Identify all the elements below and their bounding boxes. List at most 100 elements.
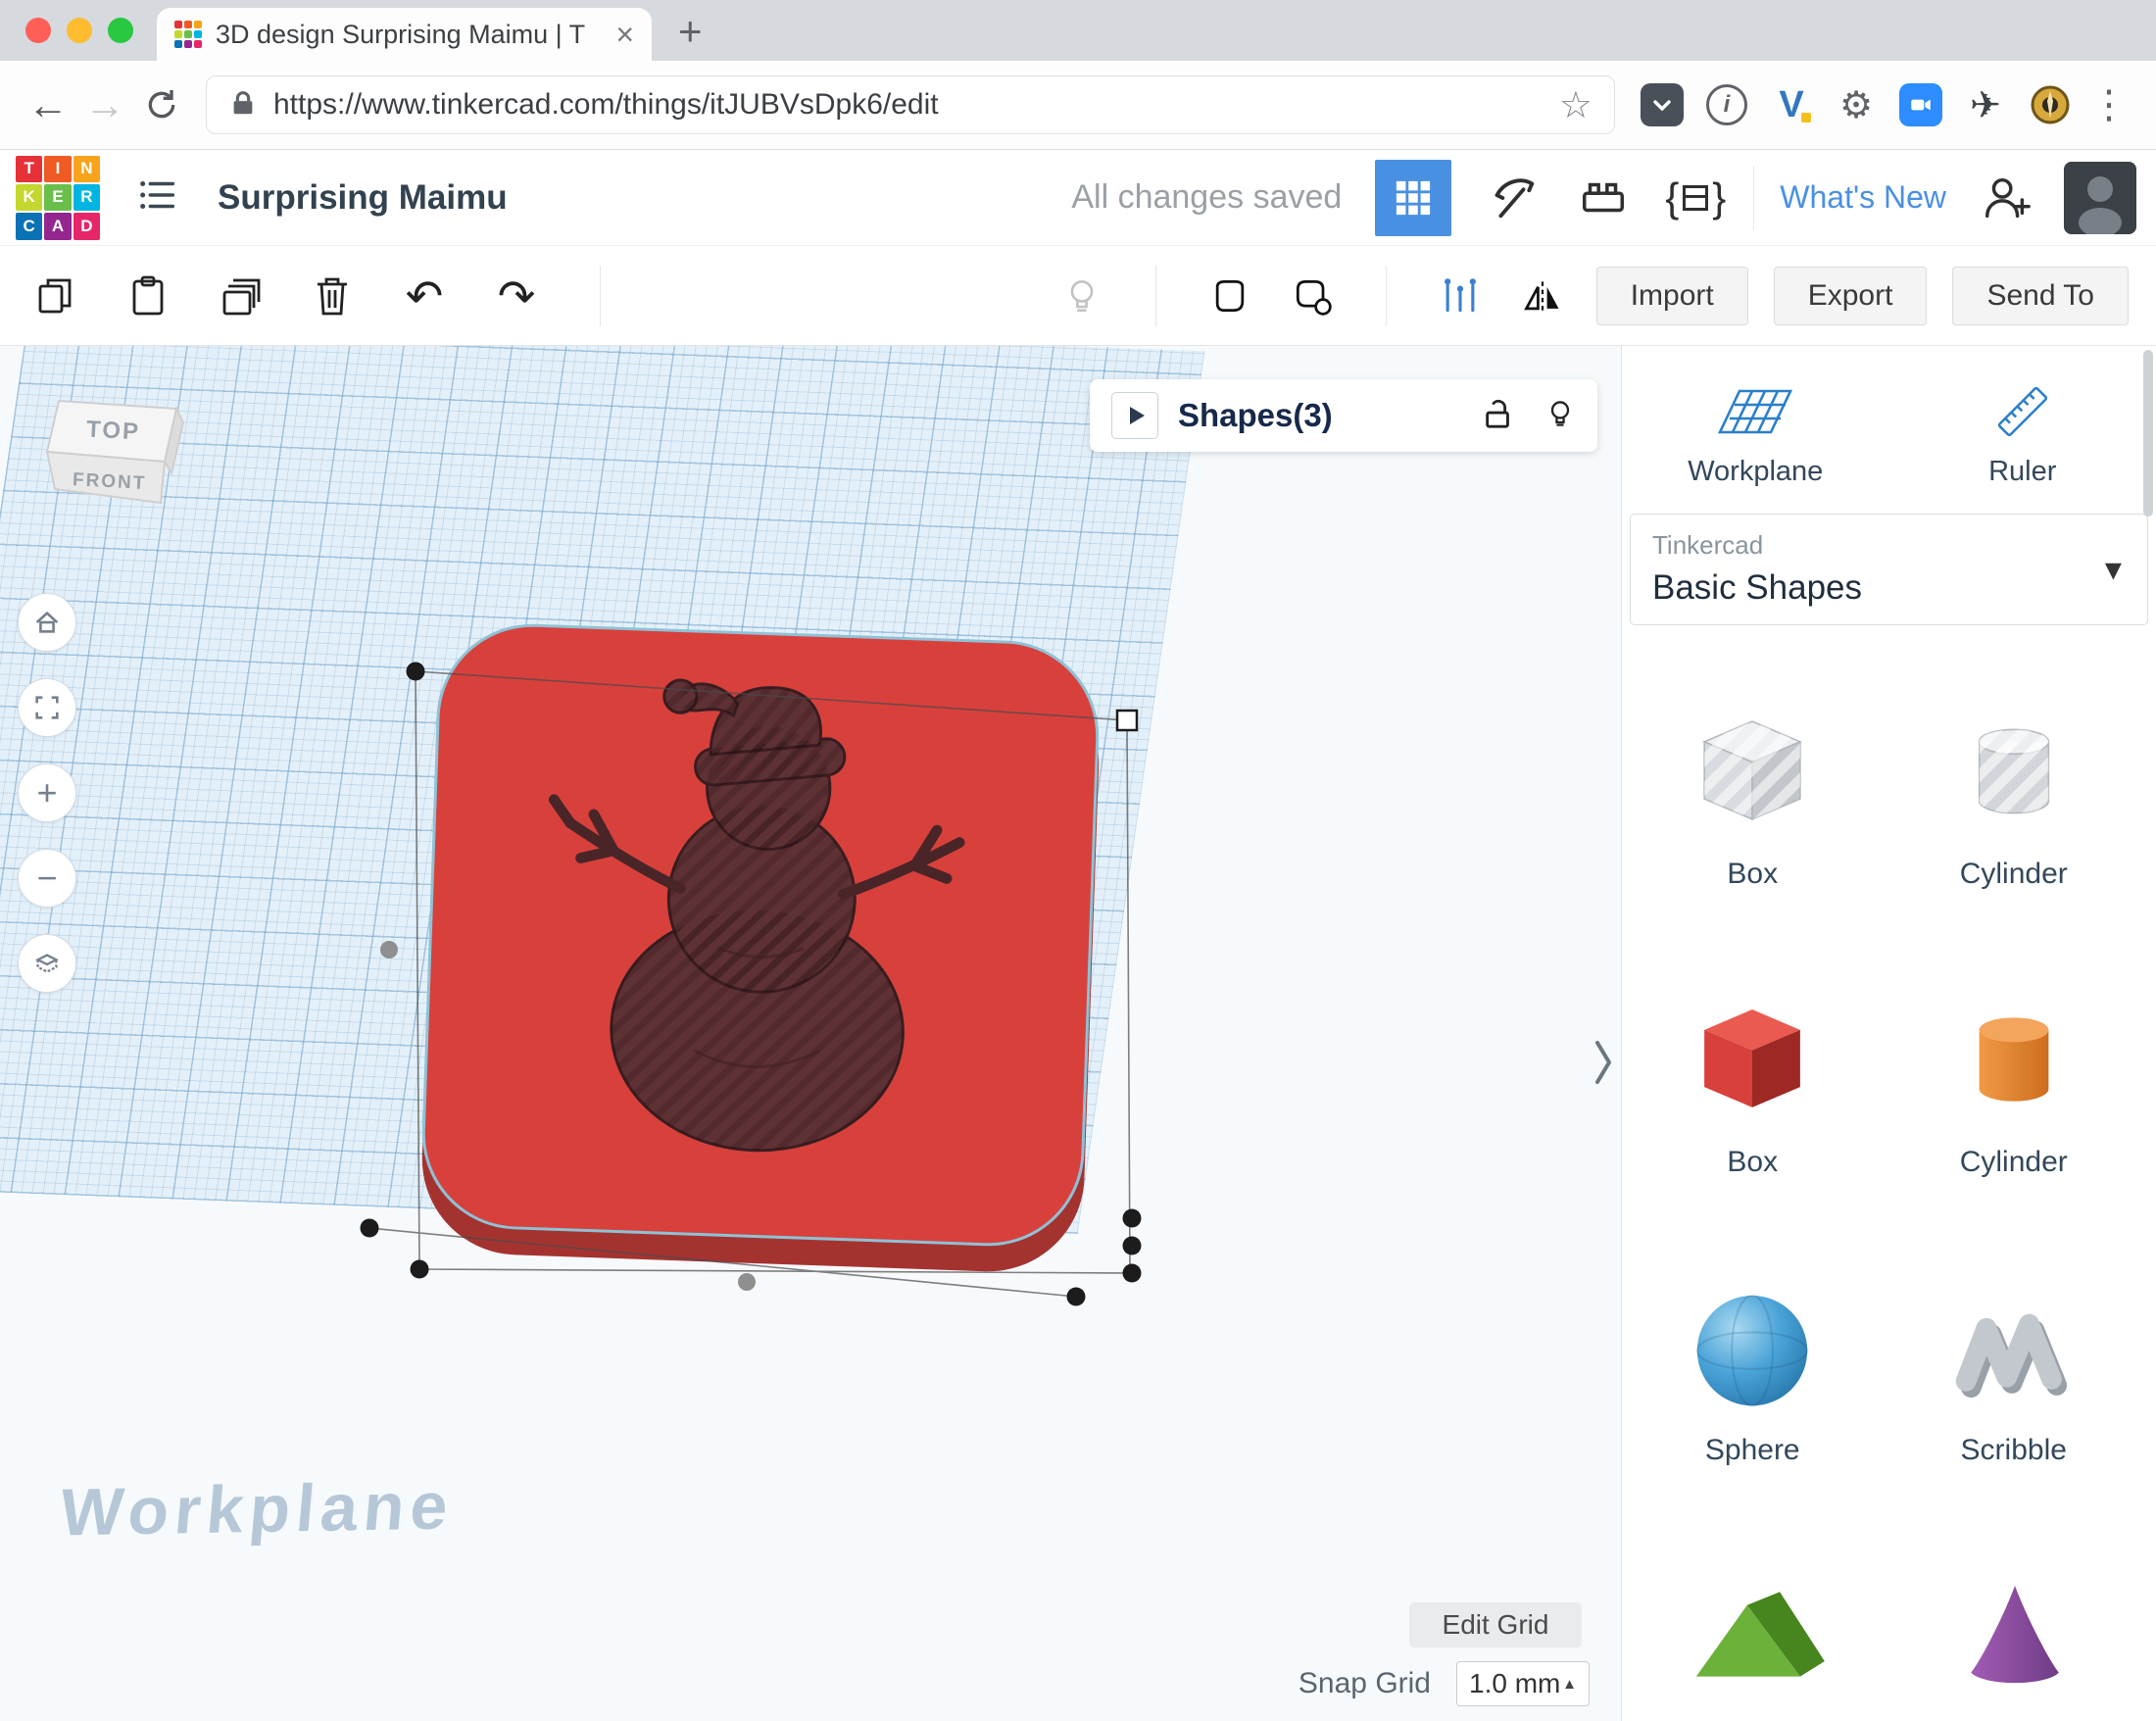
expand-shapes-button[interactable] (1111, 392, 1158, 439)
import-button[interactable]: Import (1596, 267, 1748, 325)
ruler-tool-label: Ruler (1988, 456, 2056, 488)
sidebar-scrollbar[interactable] (2143, 350, 2153, 516)
codeblocks-icon[interactable]: {} (1663, 166, 1728, 230)
back-icon[interactable]: ← (20, 76, 76, 133)
group-icon[interactable] (1201, 268, 1258, 324)
properties-list-icon[interactable] (135, 172, 180, 222)
browser-window: 3D design Surprising Maimu | T × + ← → h… (0, 0, 2156, 1721)
browser-navbar: ← → https://www.tinkercad.com/things/itJ… (0, 61, 2156, 150)
shape-tile-roof[interactable]: Roof (1622, 1549, 1884, 1721)
snap-grid-select[interactable]: 1.0 mm ▲ (1456, 1661, 1590, 1706)
box-red-icon (1676, 983, 1829, 1136)
ungroup-icon[interactable] (1284, 268, 1341, 324)
compass-extension-icon[interactable] (2029, 83, 2072, 126)
duplicate-icon[interactable] (212, 268, 269, 324)
shape-label: Box (1727, 858, 1778, 891)
workplane-tool[interactable]: Workplane (1622, 381, 1889, 488)
roof-green-icon (1676, 1559, 1829, 1712)
shape-label: Scribble (1961, 1434, 2067, 1467)
user-avatar[interactable] (2064, 162, 2136, 234)
paste-icon[interactable] (120, 268, 176, 324)
fit-view-button[interactable] (18, 678, 76, 737)
delete-icon[interactable] (304, 268, 361, 324)
redo-icon[interactable]: ↷ (488, 268, 545, 324)
shape-tile-cylinder-hole[interactable]: Cylinder (1884, 685, 2145, 973)
tab-close-icon[interactable]: × (615, 19, 634, 50)
view-tools: + − (18, 593, 76, 993)
forward-icon[interactable]: → (76, 76, 133, 133)
gallery-grid-button[interactable] (1375, 160, 1451, 236)
viewcube-front-label: FRONT (72, 469, 146, 494)
snap-grid-value: 1.0 mm (1469, 1668, 1560, 1699)
whats-new-link[interactable]: What's New (1780, 179, 1946, 216)
close-window-button[interactable] (25, 18, 51, 43)
info-extension-icon[interactable]: i (1705, 83, 1748, 126)
tab-title: 3D design Surprising Maimu | T (216, 20, 604, 50)
url-text: https://www.tinkercad.com/things/itJUBVs… (273, 88, 939, 122)
align-icon[interactable] (1432, 268, 1489, 324)
shapes-sidebar: Workplane Ruler Tinkercad Basic Shapes ▾ (1621, 346, 2156, 1721)
shape-tile-cylinder[interactable]: Cylinder (1884, 973, 2145, 1261)
mirror-icon[interactable] (1514, 268, 1571, 324)
traffic-lights (25, 18, 133, 43)
save-status: All changes saved (1071, 178, 1342, 217)
lock-icon (228, 88, 258, 123)
lego-brick-icon[interactable] (1571, 166, 1636, 230)
new-tab-button[interactable]: + (678, 8, 703, 55)
minimize-window-button[interactable] (67, 18, 92, 43)
plane-extension-icon[interactable]: ✈ (1964, 83, 2007, 126)
design-title[interactable]: Surprising Maimu (218, 178, 508, 218)
home-view-button[interactable] (18, 593, 76, 652)
snowman-shape[interactable] (522, 653, 1001, 1168)
browser-menu-icon[interactable]: ⋮ (2082, 82, 2136, 127)
v-extension-icon[interactable]: V (1770, 83, 1813, 126)
collapse-panel-button[interactable] (1588, 1030, 1619, 1095)
scribble-icon (1937, 1271, 2090, 1424)
workplane-icon (1714, 381, 1796, 442)
bookmark-star-icon[interactable]: ☆ (1559, 83, 1592, 127)
zoom-in-button[interactable]: + (18, 763, 76, 822)
workplane-watermark: Workplane (57, 1468, 457, 1551)
category-brand: Tinkercad (1652, 530, 2126, 561)
unlock-icon[interactable] (1482, 397, 1515, 435)
shape-tile-box[interactable]: Box (1622, 973, 1884, 1261)
reload-icon[interactable] (133, 76, 190, 133)
undo-icon[interactable]: ↶ (396, 268, 453, 324)
app-header: TIN KER CAD Surprising Maimu All changes… (0, 150, 2156, 246)
shape-gallery: Box Cylinder (1622, 685, 2144, 1721)
copy-icon[interactable] (27, 268, 84, 324)
shape-label: Cylinder (1960, 1146, 2068, 1179)
ruler-icon (1991, 381, 2054, 442)
perspective-toggle-button[interactable] (18, 934, 76, 993)
tinkercad-logo[interactable]: TIN KER CAD (16, 156, 100, 240)
add-user-icon[interactable] (1974, 166, 2038, 230)
send-to-button[interactable]: Send To (1952, 267, 2129, 325)
3d-viewport[interactable]: TOP FRONT + − Shapes(3) (0, 346, 1621, 1721)
shape-tile-cone[interactable]: Cone (1884, 1549, 2145, 1721)
zoom-out-button[interactable]: − (18, 849, 76, 908)
video-camera-extension-icon[interactable] (1899, 83, 1942, 126)
export-button[interactable]: Export (1774, 267, 1928, 325)
ruler-tool[interactable]: Ruler (1889, 381, 2156, 488)
shape-tile-box-hole[interactable]: Box (1622, 685, 1884, 973)
tinkercad-favicon (174, 21, 202, 48)
shape-tile-sphere[interactable]: Sphere (1622, 1261, 1884, 1549)
browser-tab[interactable]: 3D design Surprising Maimu | T × (157, 8, 652, 61)
cylinder-striped-icon (1937, 695, 2090, 848)
gear-icon[interactable]: ⚙ (1835, 83, 1878, 126)
view-cube[interactable]: TOP FRONT (45, 379, 202, 516)
address-bar[interactable]: https://www.tinkercad.com/things/itJUBVs… (206, 75, 1615, 134)
edit-grid-button[interactable]: Edit Grid (1409, 1602, 1582, 1647)
minecraft-pickaxe-icon[interactable] (1479, 166, 1544, 230)
shapes-panel-title: Shapes(3) (1178, 397, 1333, 434)
shape-label: Sphere (1705, 1434, 1800, 1467)
shape-category-select[interactable]: Tinkercad Basic Shapes ▾ (1630, 514, 2148, 625)
zoom-window-button[interactable] (108, 18, 133, 43)
shape-tile-scribble[interactable]: Scribble (1884, 1261, 2145, 1549)
play-icon (1130, 407, 1145, 424)
selected-red-box[interactable] (418, 620, 1102, 1249)
visibility-bulb-icon[interactable] (1544, 398, 1576, 434)
box-striped-icon (1676, 695, 1829, 848)
show-all-bulb-icon[interactable] (1054, 268, 1110, 324)
pocket-extension-icon[interactable] (1641, 83, 1684, 126)
